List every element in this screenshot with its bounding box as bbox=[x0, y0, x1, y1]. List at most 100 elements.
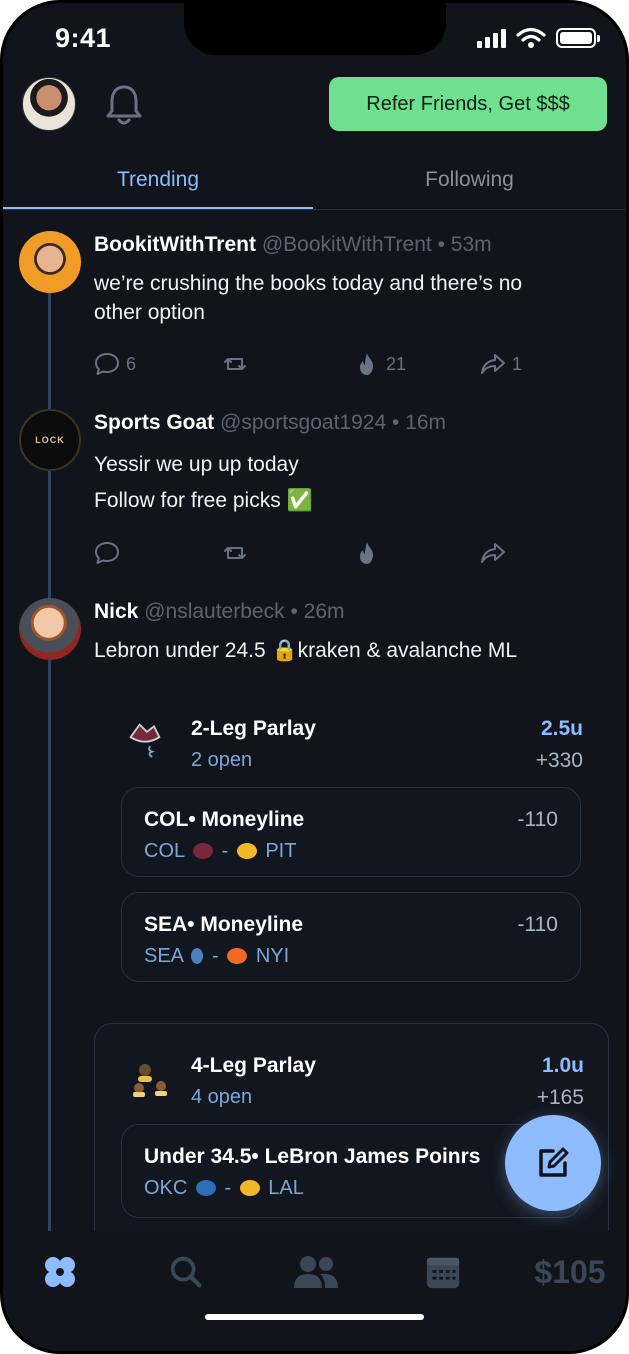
reply-button[interactable]: 6 bbox=[94, 351, 136, 377]
feed-post: LOCK Sports Goat @sportsgoat1924 • 16m Y… bbox=[3, 409, 626, 569]
reply-count: 6 bbox=[126, 353, 137, 374]
leg-title: COL• Moneyline bbox=[144, 808, 305, 831]
post-separator: • bbox=[290, 600, 298, 623]
repost-button[interactable] bbox=[222, 540, 248, 566]
share-icon bbox=[481, 543, 505, 563]
post-text-line: other option bbox=[94, 301, 205, 324]
post-time: 53m bbox=[450, 233, 492, 256]
clover-icon bbox=[45, 1257, 75, 1287]
matchup-dash: - bbox=[212, 945, 219, 967]
share-button[interactable] bbox=[480, 540, 506, 566]
tabs-divider bbox=[3, 209, 626, 210]
team-abbrev: COL bbox=[144, 840, 185, 862]
tab-home[interactable] bbox=[37, 1251, 83, 1293]
reply-button[interactable] bbox=[94, 540, 120, 566]
status-icons bbox=[477, 27, 600, 49]
profile-avatar[interactable] bbox=[22, 77, 76, 131]
fire-button[interactable] bbox=[354, 540, 380, 566]
parlay-units: 2.5u bbox=[540, 717, 583, 740]
parlay-summary[interactable]: 2-Leg Parlay 2 open 2.5u +330 bbox=[121, 703, 587, 783]
home-indicator bbox=[205, 1314, 424, 1320]
notch bbox=[184, 3, 446, 55]
team-abbrev: LAL bbox=[268, 1177, 304, 1199]
bell-icon[interactable] bbox=[103, 83, 145, 127]
reply-icon bbox=[95, 542, 119, 564]
leg-odds: -110 bbox=[517, 808, 558, 831]
avalanche-logo-icon bbox=[192, 843, 213, 859]
post-text-line: Lebron under 24.5 🔒kraken & avalanche ML bbox=[94, 639, 518, 662]
post-author-name[interactable]: Nick bbox=[94, 600, 138, 623]
player-avatars-icon bbox=[133, 1064, 167, 1097]
post-time: 26m bbox=[303, 600, 345, 623]
tab-search[interactable] bbox=[163, 1251, 209, 1293]
matchup-dash: - bbox=[221, 840, 229, 862]
post-author-handle[interactable]: @BookitWithTrent bbox=[262, 233, 432, 256]
status-time: 9:41 bbox=[55, 23, 112, 53]
fire-icon bbox=[360, 542, 373, 564]
lakers-logo-icon bbox=[239, 1180, 260, 1196]
penguins-logo-icon bbox=[236, 843, 257, 859]
leg-title: SEA• Moneyline bbox=[144, 913, 304, 936]
post-separator: • bbox=[437, 233, 445, 256]
post-author-name[interactable]: BookitWithTrent bbox=[94, 233, 256, 256]
leg-matchup: OKC - LAL bbox=[144, 1177, 304, 1200]
wifi-icon bbox=[516, 27, 546, 48]
tab-balance[interactable]: $105 bbox=[523, 1251, 617, 1293]
compose-icon bbox=[539, 1147, 569, 1177]
thunder-logo-icon bbox=[195, 1180, 216, 1196]
post-actions bbox=[94, 540, 534, 570]
parlay-title: 4-Leg Parlay bbox=[191, 1054, 316, 1077]
avatar-lock-text: LOCK bbox=[35, 435, 65, 445]
search-icon bbox=[170, 1256, 202, 1288]
calendar-icon bbox=[426, 1257, 460, 1289]
matchup-dash: - bbox=[224, 1177, 232, 1199]
post-text-line: we’re crushing the books today and there… bbox=[94, 272, 523, 295]
leg-matchup: COL - PIT bbox=[144, 840, 296, 863]
repost-button[interactable] bbox=[222, 351, 248, 377]
kraken-logo-icon bbox=[191, 948, 204, 964]
post-author-name[interactable]: Sports Goat bbox=[94, 411, 214, 434]
post-author-handle[interactable]: @nslauterbeck bbox=[144, 600, 284, 623]
team-abbrev: NYI bbox=[255, 945, 290, 967]
team-logo-icon bbox=[129, 723, 161, 758]
user-avatar[interactable] bbox=[19, 598, 81, 660]
parlay-odds: +330 bbox=[535, 749, 583, 772]
share-count: 1 bbox=[512, 353, 523, 374]
compose-button[interactable] bbox=[505, 1115, 601, 1211]
post-body: Yessir we up up today Follow for free pi… bbox=[94, 447, 313, 519]
islanders-logo-icon bbox=[227, 948, 248, 964]
leg-title: Under 34.5• LeBron James Poinrs bbox=[144, 1145, 481, 1168]
share-button[interactable]: 1 bbox=[480, 351, 522, 377]
leg-card[interactable]: COL• Moneyline -110 COL - PIT bbox=[121, 787, 581, 877]
user-avatar[interactable]: LOCK bbox=[19, 409, 81, 471]
fire-button[interactable]: 21 bbox=[354, 351, 406, 377]
tab-following[interactable]: Following bbox=[313, 153, 626, 207]
user-avatar[interactable] bbox=[19, 231, 81, 293]
post-text-line: Follow for free picks ✅ bbox=[94, 489, 313, 512]
team-abbrev: SEA bbox=[144, 945, 183, 967]
team-abbrev: OKC bbox=[144, 1177, 188, 1199]
parlay-units: 1.0u bbox=[541, 1054, 584, 1077]
people-icon bbox=[294, 1256, 338, 1288]
refer-friends-button[interactable]: Refer Friends, Get $$$ bbox=[329, 77, 607, 131]
post-separator: • bbox=[391, 411, 400, 434]
repost-icon bbox=[224, 547, 246, 559]
share-icon bbox=[481, 354, 505, 374]
feed-post: Nick @nslauterbeck • 26m Lebron under 24… bbox=[3, 598, 626, 678]
parlay-open-count: 4 open bbox=[191, 1086, 253, 1108]
signal-icon bbox=[477, 28, 506, 48]
post-header: Nick @nslauterbeck • 26m bbox=[94, 600, 345, 624]
leg-odds: -110 bbox=[517, 913, 558, 936]
post-body: Lebron under 24.5 🔒kraken & avalanche ML bbox=[94, 636, 517, 665]
parlay-title: 2-Leg Parlay bbox=[191, 717, 316, 740]
tab-trending[interactable]: Trending bbox=[3, 153, 313, 207]
post-author-handle[interactable]: @sportsgoat1924 bbox=[220, 411, 386, 434]
tab-calendar[interactable] bbox=[421, 1251, 465, 1293]
leg-card[interactable]: SEA• Moneyline -110 SEA - NYI bbox=[121, 892, 581, 982]
app-screen: 9:41 Refer Friends, Get $$$ Trending Fol… bbox=[3, 3, 626, 1351]
feed-tabs: Trending Following bbox=[3, 153, 626, 211]
leg-matchup: SEA - NYI bbox=[144, 945, 289, 968]
tab-friends[interactable] bbox=[289, 1251, 343, 1293]
post-time: 16m bbox=[405, 411, 447, 434]
post-body: we’re crushing the books today and there… bbox=[94, 269, 522, 327]
